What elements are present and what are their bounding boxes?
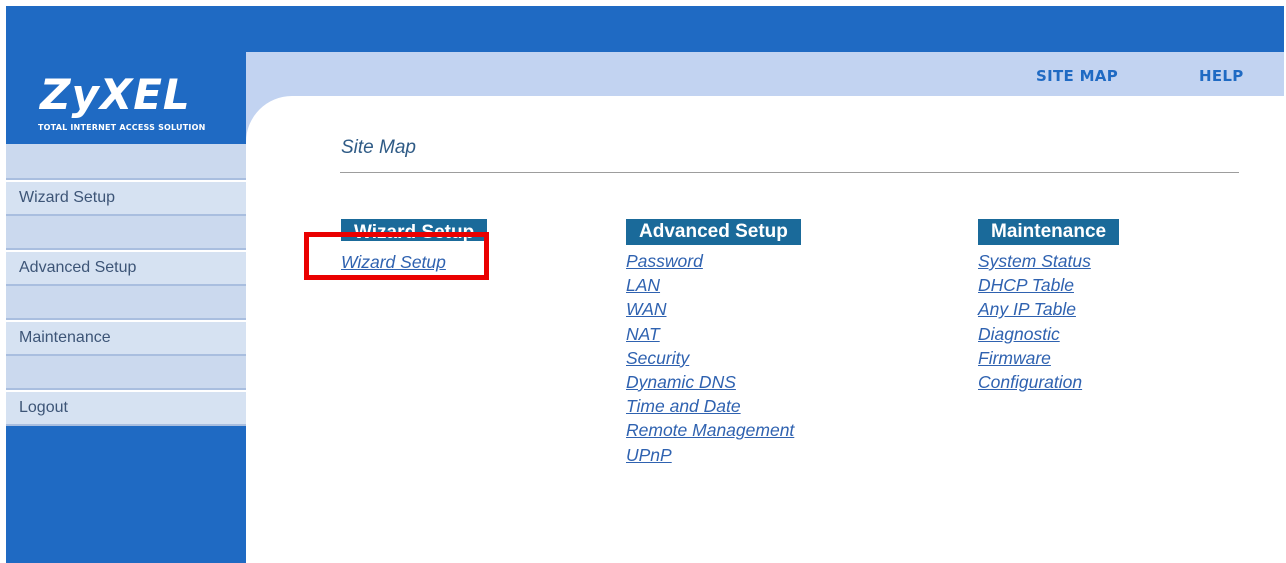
logo-area: ZyXEL Total Internet Access Solution — [6, 52, 246, 144]
column-maintenance: Maintenance System Status DHCP Table Any… — [978, 219, 1120, 394]
site-map-link[interactable]: SITE MAP — [1036, 67, 1118, 85]
menu-spacer — [6, 216, 246, 250]
link-remote-management[interactable]: Remote Management — [626, 418, 801, 442]
header-bar: SITE MAP HELP — [246, 52, 1284, 102]
link-upnp[interactable]: UPnP — [626, 443, 801, 467]
link-dhcp-table[interactable]: DHCP Table — [978, 273, 1119, 297]
link-time-and-date[interactable]: Time and Date — [626, 394, 801, 418]
column-header-maintenance: Maintenance — [978, 219, 1120, 245]
link-lan[interactable]: LAN — [626, 273, 801, 297]
title-divider — [340, 172, 1239, 173]
page-title: Site Map — [341, 137, 416, 158]
sidebar: ZyXEL Total Internet Access Solution Wiz… — [6, 52, 246, 563]
zyxel-logo: ZyXEL — [40, 70, 191, 119]
link-security[interactable]: Security — [626, 346, 801, 370]
link-any-ip-table[interactable]: Any IP Table — [978, 297, 1119, 321]
sidebar-item-wizard-setup[interactable]: Wizard Setup — [6, 180, 246, 216]
menu-spacer — [6, 144, 246, 180]
sidebar-item-advanced-setup[interactable]: Advanced Setup — [6, 250, 246, 286]
link-nat[interactable]: NAT — [626, 322, 801, 346]
menu-spacer — [6, 286, 246, 320]
link-dynamic-dns[interactable]: Dynamic DNS — [626, 370, 801, 394]
sidebar-menu: Wizard Setup Advanced Setup Maintenance … — [6, 144, 246, 426]
link-diagnostic[interactable]: Diagnostic — [978, 322, 1119, 346]
link-firmware[interactable]: Firmware — [978, 346, 1119, 370]
link-system-status[interactable]: System Status — [978, 249, 1119, 273]
menu-spacer — [6, 356, 246, 390]
link-password[interactable]: Password — [626, 249, 801, 273]
sidebar-item-logout[interactable]: Logout — [6, 390, 246, 426]
top-banner — [6, 6, 1284, 52]
help-link[interactable]: HELP — [1199, 67, 1244, 85]
link-wan[interactable]: WAN — [626, 297, 801, 321]
highlight-box — [304, 232, 489, 280]
column-advanced-setup: Advanced Setup Password LAN WAN NAT Secu… — [626, 219, 801, 467]
link-configuration[interactable]: Configuration — [978, 370, 1119, 394]
sidebar-item-maintenance[interactable]: Maintenance — [6, 320, 246, 356]
logo-tagline: Total Internet Access Solution — [38, 123, 206, 132]
column-header-advanced-setup: Advanced Setup — [626, 219, 801, 245]
